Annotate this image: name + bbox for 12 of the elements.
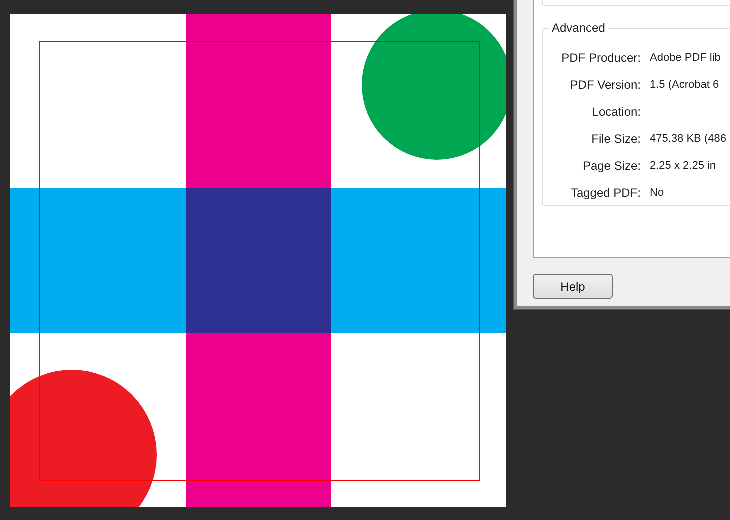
field-value: 2.25 x 2.25 in [650,160,716,172]
help-button[interactable]: Help [533,274,613,299]
field-label: File Size: [590,132,641,146]
field-value: No [650,186,664,198]
field-label: PDF Producer: [560,50,641,64]
field-label: Page Size: [582,158,641,172]
field-label: Tagged PDF: [570,186,641,200]
field-value: 1.5 (Acrobat 6 [650,78,720,90]
field-label: Location: [591,104,641,118]
field-value: 475.38 KB (486 [650,132,726,144]
field-value: Adobe PDF lib [650,52,721,64]
field-label: PDF Version: [569,78,641,92]
